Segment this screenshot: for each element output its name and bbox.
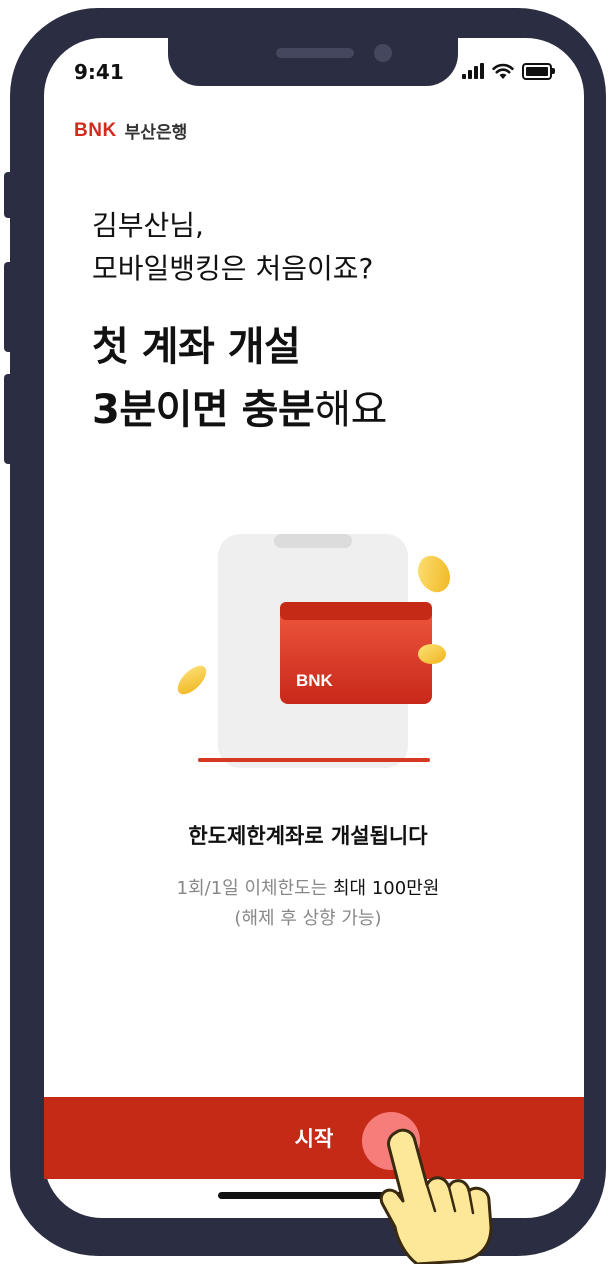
coin-icon: [418, 644, 446, 664]
bank-name: 부산은행: [124, 123, 188, 143]
bnk-logo-mark: BNK: [74, 119, 117, 141]
tap-hand-icon: [379, 1128, 493, 1264]
notice-title: 한도제한계좌로 개설됩니다: [188, 824, 428, 848]
card-brand-label: BNK: [296, 671, 334, 690]
wifi-icon: [492, 63, 514, 79]
speaker-grille: [276, 48, 354, 58]
coin-icon: [418, 555, 450, 593]
base-line: [198, 758, 430, 762]
limit-prefix: 1회/1일 이체한도는: [176, 878, 333, 899]
headline-line1: 첫 계좌 개설: [92, 324, 301, 370]
headline-line2: 3분이면 충분해요: [92, 379, 387, 442]
transfer-limit-info: 1회/1일 이체한도는 최대 100만원: [0, 874, 616, 900]
limit-value: 최대 100만원: [333, 878, 440, 899]
account-card-illustration: BNK: [177, 534, 450, 768]
front-camera: [374, 44, 392, 62]
status-icons: [462, 60, 555, 82]
battery-icon: [522, 62, 555, 80]
phone-shape-notch: [274, 534, 352, 548]
phone-mute-switch: [4, 172, 16, 218]
phone-notch: [168, 36, 458, 86]
limit-note: (해제 후 상향 가능): [234, 908, 382, 929]
bank-card-stripe: [280, 602, 432, 620]
phone-volume-down: [4, 374, 16, 464]
greeting-question: 모바일뱅킹은 처음이죠?: [92, 252, 374, 285]
phone-volume-up: [4, 262, 16, 352]
bank-logo: BNK 부산은행: [74, 118, 188, 144]
signal-icon: [462, 63, 484, 79]
greeting: 김부산님, 모바일뱅킹은 처음이죠?: [92, 204, 373, 290]
coin-icon: [177, 665, 207, 695]
headline-bold-part: 3분이면 충분: [92, 387, 315, 433]
headline: 첫 계좌 개설 3분이면 충분해요: [92, 316, 387, 442]
greeting-name: 김부산님,: [92, 209, 204, 242]
headline-light-part: 해요: [314, 387, 387, 433]
status-time: 9:41: [74, 60, 124, 84]
